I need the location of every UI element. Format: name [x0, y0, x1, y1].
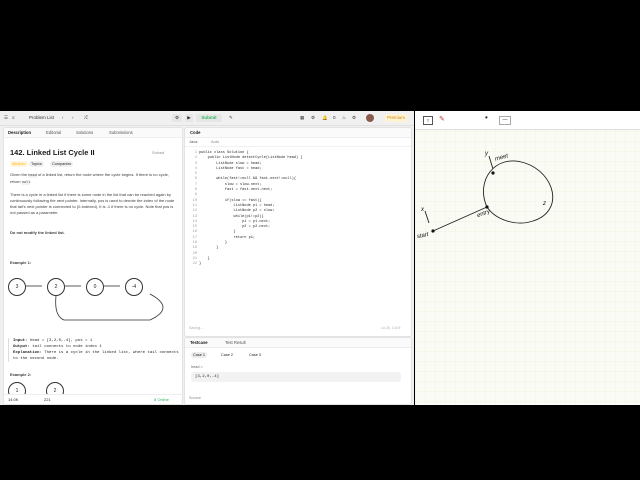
- premium-button[interactable]: Premium: [385, 114, 407, 122]
- list-icon: ≡: [12, 115, 15, 120]
- whiteboard[interactable]: T ✎ • — start entry meet x y z: [415, 111, 640, 405]
- line-numbers: 1 2 3 4 5 6 7 8 9 10 11 12 13 14 15 16 17 18 19 20 21 22: [189, 151, 197, 268]
- paragraph-1: Given the head of a linked list, return …: [10, 172, 169, 185]
- node-minus4: -4: [125, 278, 143, 296]
- cursor-position: Ln 20, Col 9: [381, 326, 401, 330]
- testcase-panel: Testcase Test Result Case 1 Case 2 Case …: [184, 337, 412, 405]
- fire-icon: ♨: [342, 115, 347, 120]
- dot-tool-icon[interactable]: •: [485, 113, 488, 122]
- solved-badge: Solved: [152, 150, 165, 155]
- line-tool-icon[interactable]: —: [499, 116, 511, 125]
- head-input[interactable]: [3,2,0,-4]: [191, 372, 401, 382]
- line-number: 22: [192, 262, 197, 267]
- code-line[interactable]: while(fast!=null && fast.next!=null){: [199, 177, 303, 182]
- avatar[interactable]: [366, 114, 374, 122]
- saving-status: Saving...: [189, 326, 203, 330]
- y-label: y: [485, 151, 488, 157]
- submit-button[interactable]: Submit: [196, 114, 222, 122]
- z-label: z: [543, 201, 546, 207]
- code-editor[interactable]: public class Solution { public ListNode …: [199, 151, 303, 268]
- tab-testcase[interactable]: Testcase: [190, 340, 208, 345]
- footer-bar: 14.0K 221 8 Online: [4, 394, 182, 404]
- next-icon[interactable]: ›: [72, 115, 74, 120]
- description-panel: Description Editorial Solutions Submissi…: [3, 127, 183, 405]
- online-count: 8 Online: [154, 397, 169, 402]
- case-1-tab[interactable]: Case 1: [191, 352, 208, 358]
- debug-button[interactable]: ⚙: [172, 114, 182, 122]
- top-navbar: ☰ ≡ Problem List ‹ › ⤮ ⚙ ▶ Submit ✎ ▦ ⚙ …: [0, 111, 414, 126]
- companies-tag[interactable]: Companies: [50, 161, 74, 167]
- topics-tag[interactable]: Topics: [29, 161, 44, 167]
- paragraph-3: Do not modify the linked list.: [10, 230, 65, 235]
- code-panel-header: Code: [185, 128, 411, 138]
- settings-icon[interactable]: ⚙: [311, 115, 315, 121]
- auto-toggle[interactable]: Auto: [211, 139, 219, 144]
- notes-icon[interactable]: ✎: [229, 115, 233, 121]
- example-2-heading: Example 2:: [10, 372, 32, 377]
- tab-description[interactable]: Description: [8, 130, 31, 135]
- fire-count: 0: [333, 115, 336, 120]
- tab-editorial[interactable]: Editorial: [46, 130, 61, 135]
- code-tab[interactable]: Code: [190, 130, 200, 135]
- difficulty-badge[interactable]: Medium: [10, 161, 28, 167]
- bell-icon[interactable]: 🔔: [322, 115, 328, 121]
- start-dot: [431, 229, 435, 233]
- source-link[interactable]: Source: [189, 396, 201, 400]
- code-line[interactable]: public ListNode detectCycle(ListNode hea…: [199, 156, 303, 161]
- head-label: head =: [191, 365, 203, 369]
- pen-tool-icon[interactable]: ✎: [439, 115, 445, 123]
- language-select[interactable]: Java: [189, 139, 197, 144]
- code-line[interactable]: }: [199, 262, 303, 267]
- problem-title: 142. Linked List Cycle II: [10, 148, 95, 157]
- leetcode-app: ☰ ≡ Problem List ‹ › ⤮ ⚙ ▶ Submit ✎ ▦ ⚙ …: [0, 111, 414, 405]
- layout-icon[interactable]: ▦: [300, 115, 304, 121]
- shuffle-icon[interactable]: ⤮: [84, 115, 88, 120]
- example-1-heading: Example 1:: [10, 260, 32, 265]
- likes-count[interactable]: 14.0K: [8, 397, 18, 402]
- node-3: 3: [8, 278, 26, 296]
- paragraph-2: There is a cycle in a linked list if the…: [10, 192, 175, 215]
- tab-submissions[interactable]: Submissions: [109, 130, 133, 135]
- code-toolbar: Java Auto: [185, 138, 411, 147]
- tab-solutions[interactable]: Solutions: [76, 130, 93, 135]
- comments-count[interactable]: 221: [44, 397, 51, 402]
- prev-icon[interactable]: ‹: [62, 115, 64, 120]
- whiteboard-toolbar: T ✎ • —: [415, 111, 640, 130]
- tab-test-result[interactable]: Test Result: [225, 340, 246, 345]
- testcase-tabs: Testcase Test Result: [185, 338, 411, 348]
- case-2-tab[interactable]: Case 2: [219, 352, 235, 358]
- case-3-tab[interactable]: Case 3: [247, 352, 263, 358]
- grid: [415, 129, 640, 405]
- description-tabs: Description Editorial Solutions Submissi…: [4, 128, 182, 138]
- x-label: x: [421, 207, 424, 213]
- menu-icon[interactable]: ☰: [4, 115, 8, 121]
- problem-list-link[interactable]: Problem List: [29, 115, 54, 120]
- node-0: 0: [86, 278, 104, 296]
- node-2: 2: [47, 278, 65, 296]
- text-tool-icon[interactable]: T: [423, 116, 433, 125]
- run-button[interactable]: ▶: [185, 114, 193, 122]
- gear-icon[interactable]: ⚙: [352, 115, 356, 121]
- example-1-io: Input: head = [3,2,0,-4], pos = 1 Output…: [8, 338, 182, 362]
- meet-dot: [491, 171, 495, 175]
